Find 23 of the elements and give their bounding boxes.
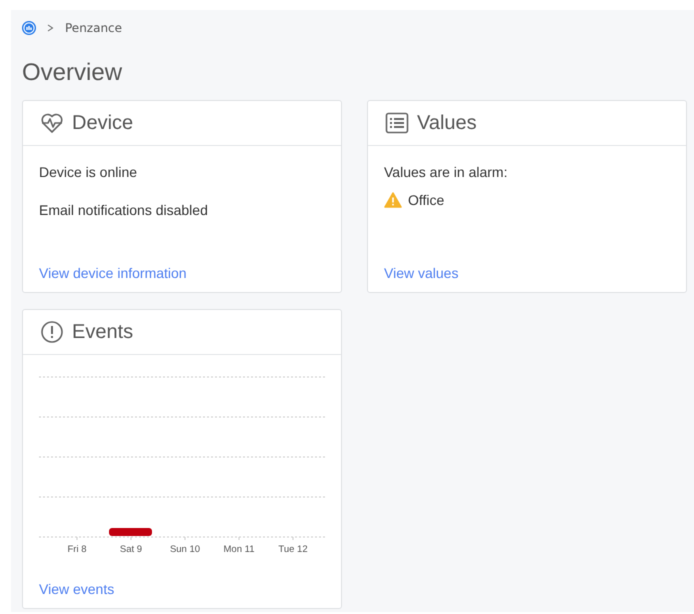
card-title: Events: [72, 320, 134, 344]
card-title: Values: [417, 112, 477, 134]
view-events-link[interactable]: View events: [23, 581, 325, 597]
card-title: Device: [72, 112, 134, 134]
day-label: Sun 10: [170, 544, 200, 555]
status-text: Device is online: [39, 164, 138, 180]
day-label: Fri 8: [68, 544, 86, 555]
day-label: Tue 12: [278, 544, 308, 555]
status-text: Email notifications disabled: [39, 202, 209, 218]
heartbeat-icon: [40, 112, 64, 134]
breadcrumb-current: Penzance: [65, 21, 122, 35]
view-device-link[interactable]: View device information: [39, 265, 325, 281]
logo-icon[interactable]: [22, 21, 36, 35]
page-title: Overview: [22, 58, 124, 88]
day-label: Sat 9: [120, 544, 142, 555]
alarm-intro: Values are in alarm:: [384, 164, 508, 180]
chevron-icon: [47, 24, 54, 32]
day-label: Mon 11: [224, 544, 254, 555]
list-icon: [385, 112, 409, 134]
exclamation-circle-icon: [40, 320, 64, 344]
view-values-link[interactable]: View values: [384, 265, 670, 281]
alarm-name: Office: [408, 192, 444, 208]
warning-icon: [384, 192, 402, 208]
